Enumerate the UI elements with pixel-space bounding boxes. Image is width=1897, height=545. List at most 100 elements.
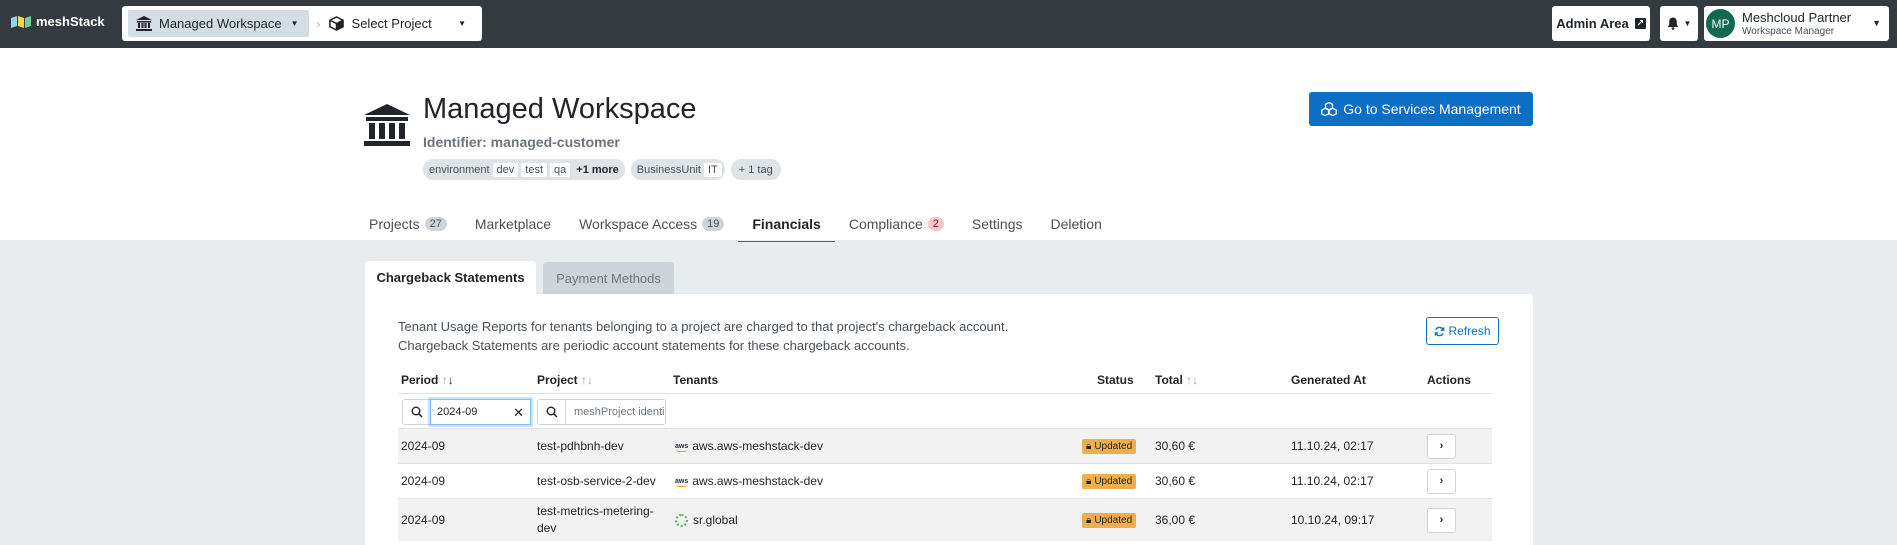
cell-period: 2024-09	[401, 474, 446, 488]
cell-project: test-pdhbnh-dev	[537, 439, 624, 453]
workspace-tags: environment dev test qa +1 more Business…	[423, 159, 781, 180]
cell-project: test-metrics-metering- dev	[537, 503, 654, 537]
bank-icon	[136, 16, 152, 31]
table-row: 2024-09 test-metrics-metering- dev sr.gl…	[398, 499, 1492, 541]
tab-settings[interactable]: Settings	[958, 206, 1037, 241]
services-button-label: Go to Services Management	[1343, 101, 1521, 117]
tab-payment-methods[interactable]: Payment Methods	[543, 262, 674, 294]
status-badge: 🔒︎ Updated	[1082, 499, 1137, 541]
tab-chargeback-statements[interactable]: Chargeback Statements	[365, 261, 536, 294]
tab-label: Financials	[752, 215, 821, 232]
notifications-button[interactable]: ▼	[1660, 6, 1698, 41]
admin-area-button[interactable]: Admin Area ↗	[1552, 6, 1650, 41]
description-line: Tenant Usage Reports for tenants belongi…	[398, 319, 1009, 334]
open-statement-button[interactable]: ›	[1427, 468, 1456, 494]
open-statement-button[interactable]: ›	[1427, 507, 1456, 533]
tenant-label: sr.global	[693, 513, 738, 527]
divider	[398, 393, 1492, 394]
breadcrumb-workspace-label: Managed Workspace	[159, 16, 282, 31]
tenant-label: aws.aws-meshstack-dev	[692, 474, 823, 488]
user-menu-button[interactable]: MP Meshcloud Partner Workspace Manager ▼	[1704, 6, 1889, 41]
tag-business-unit[interactable]: BusinessUnit IT	[630, 159, 725, 180]
caret-down-icon: ▼	[1872, 18, 1881, 28]
count-badge: 2	[927, 216, 944, 231]
tab-marketplace[interactable]: Marketplace	[461, 206, 565, 241]
count-badge: 27	[424, 216, 447, 231]
column-header-period[interactable]: Period ↑↓	[401, 373, 454, 387]
cell-total: 30,60 €	[1155, 439, 1196, 453]
tab-compliance[interactable]: Compliance 2	[835, 206, 958, 241]
column-header-project[interactable]: Project ↑↓	[537, 373, 593, 387]
chevron-right-icon: ›	[1439, 475, 1444, 487]
open-statement-button[interactable]: ›	[1427, 433, 1456, 459]
workspace-bank-icon	[364, 104, 410, 146]
search-icon	[537, 399, 565, 425]
clear-icon[interactable]: ✕	[513, 405, 524, 421]
avatar: MP	[1706, 9, 1735, 38]
user-role: Workspace Manager	[1742, 26, 1835, 37]
tab-label: Marketplace	[474, 215, 552, 232]
tab-projects[interactable]: Projects 27	[369, 206, 461, 241]
status-label: Updated	[1094, 475, 1133, 487]
status-label: Updated	[1094, 440, 1133, 452]
column-header-status: Status	[1097, 373, 1134, 387]
cell-tenant: aws aws.aws-meshstack-dev	[675, 464, 823, 498]
aws-icon: aws	[675, 477, 689, 487]
project-filter-input[interactable]: meshProject identifier	[565, 399, 666, 425]
cell-tenant: aws aws.aws-meshstack-dev	[675, 429, 823, 463]
column-header-generated-at: Generated At	[1291, 373, 1366, 387]
project-label-line: dev	[537, 521, 557, 535]
tab-label: Projects	[369, 215, 420, 232]
top-navbar: meshStack Managed Workspace ▼ › Select P…	[0, 0, 1897, 48]
caret-down-icon: ▼	[458, 19, 466, 28]
tag-more-link[interactable]: +1 more	[573, 164, 622, 176]
logo-text: meshStack	[36, 14, 105, 29]
header-label: Project	[537, 373, 578, 387]
bell-icon	[1667, 17, 1679, 30]
status-badge: 🔒︎ Updated	[1082, 429, 1137, 463]
refresh-button[interactable]: Refresh	[1426, 317, 1499, 345]
tab-workspace-access[interactable]: Workspace Access 19	[565, 206, 738, 241]
search-icon	[402, 399, 430, 425]
tab-financials[interactable]: Financials	[738, 206, 836, 242]
cell-total: 36,00 €	[1155, 513, 1196, 527]
cube-icon	[328, 16, 344, 31]
meshstack-logo[interactable]: meshStack	[10, 14, 105, 29]
project-label-line: test-metrics-metering-	[537, 504, 654, 518]
lock-icon: 🔒︎	[1086, 440, 1092, 452]
aws-icon: aws	[675, 442, 689, 452]
breadcrumb-separator-icon: ›	[316, 16, 321, 31]
period-filter-input[interactable]: 2024-09 ✕	[430, 399, 531, 425]
tag-extra-button[interactable]: + 1 tag	[730, 159, 781, 180]
status-badge: 🔒︎ Updated	[1082, 464, 1137, 498]
cubes-icon	[1321, 102, 1338, 116]
workspace-identifier: Identifier: managed-customer	[423, 134, 620, 150]
cell-generated-at: 11.10.24, 02:17	[1291, 439, 1374, 453]
description-line: Chargeback Statements are periodic accou…	[398, 338, 910, 353]
breadcrumb: Managed Workspace ▼ › Select Project ▼	[122, 6, 482, 41]
tab-deletion[interactable]: Deletion	[1036, 206, 1115, 241]
user-name: Meshcloud Partner	[1742, 10, 1852, 25]
page-title: Managed Workspace	[423, 93, 697, 125]
workspace-tabs: Projects 27 Marketplace Workspace Access…	[369, 206, 1116, 242]
chevron-right-icon: ›	[1439, 514, 1444, 526]
breadcrumb-project-label: Select Project	[351, 16, 432, 31]
go-to-services-management-button[interactable]: Go to Services Management	[1309, 92, 1533, 126]
project-filter: meshProject identifier	[537, 399, 666, 425]
lock-icon: 🔒︎	[1086, 514, 1092, 526]
cell-total: 30,60 €	[1155, 474, 1196, 488]
meshstack-logo-icon	[11, 15, 31, 28]
tag-environment[interactable]: environment dev test qa +1 more	[423, 159, 625, 180]
tab-label: Compliance	[848, 215, 923, 232]
tab-label: Deletion	[1050, 215, 1102, 232]
column-header-total[interactable]: Total ↑↓	[1155, 373, 1198, 387]
lock-icon: 🔒︎	[1086, 475, 1092, 487]
table-row: 2024-09 test-pdhbnh-dev aws aws.aws-mesh…	[398, 429, 1492, 463]
breadcrumb-project-dropdown[interactable]: Select Project ▼	[328, 16, 482, 31]
tag-key: environment	[429, 163, 490, 176]
breadcrumb-workspace-dropdown[interactable]: Managed Workspace ▼	[128, 10, 309, 37]
chevron-right-icon: ›	[1439, 440, 1444, 452]
sort-icon: ↑↓	[1186, 373, 1199, 387]
cell-tenant: sr.global	[675, 499, 738, 541]
tag-value: IT	[703, 162, 722, 177]
